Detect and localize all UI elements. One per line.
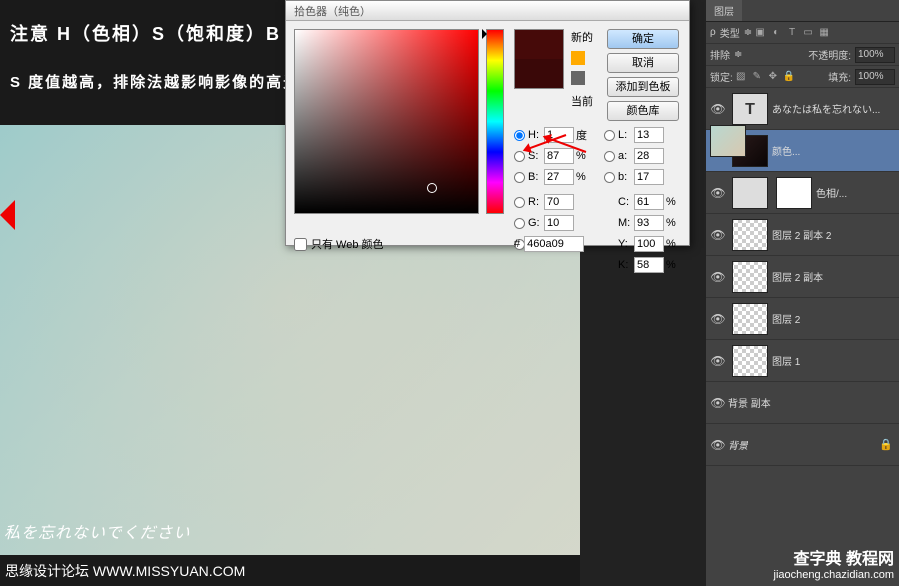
color-marker[interactable] [427,183,437,193]
japanese-overlay-text: 私を忘れないでください [0,515,195,547]
layer-item[interactable]: 👁 色相/... [706,172,899,214]
g-radio[interactable] [514,218,525,229]
hue-slider-thumb[interactable] [482,29,487,39]
label-new: 新的 [571,29,593,45]
visibility-icon[interactable]: 👁 [708,312,728,326]
annotation-arrow-left [0,200,15,230]
a-radio[interactable] [604,151,615,162]
websafe-warning-icon[interactable] [571,71,585,85]
ok-button[interactable]: 确定 [607,29,679,49]
lock-all-icon[interactable]: 🔒 [781,69,797,85]
layers-panel: 图层 ρ 类型 ≑ ▣ ◐ T ▭ ▦ 排除 ≑ 不透明度: 锁定: ▨ ✎ ✥… [706,0,899,586]
visibility-icon[interactable]: 👁 [708,228,728,242]
layer-thumb[interactable]: T [732,93,768,125]
visibility-icon[interactable]: 👁 [708,354,728,368]
forum-watermark: 思缘设计论坛 WWW.MISSYUAN.COM [5,561,245,581]
kind-label: ρ [710,27,716,38]
cancel-button[interactable]: 取消 [607,53,679,73]
layer-mask-thumb[interactable] [732,261,768,293]
r-input[interactable] [544,194,574,210]
visibility-icon[interactable]: 👁 [708,438,728,452]
filter-adjust-icon[interactable]: ◐ [768,25,784,41]
layer-item[interactable]: 👁 图层 2 副本 [706,256,899,298]
lock-move-icon[interactable]: ✥ [765,69,781,85]
fill-input[interactable] [855,69,895,85]
label-current: 当前 [571,93,593,109]
hue-slider[interactable] [486,29,504,214]
g-input[interactable] [544,215,574,231]
site-watermark: 查字典 教程网 jiaocheng.chazidian.com [774,545,894,581]
color-preview [514,29,564,89]
web-only-checkbox[interactable] [294,238,307,251]
color-field[interactable] [294,29,479,214]
layer-mask-thumb[interactable] [732,303,768,335]
l-radio[interactable] [604,130,615,141]
opacity-input[interactable] [855,47,895,63]
layer-item[interactable]: 👁 图层 1 [706,340,899,382]
c-input[interactable] [634,194,664,210]
b-radio[interactable] [514,172,525,183]
filter-image-icon[interactable]: ▣ [752,25,768,41]
color-preview-new [515,30,563,59]
color-picker-dialog: 拾色器（纯色） 新的 当前 确定 取消 添加到色板 颜色库 H:度 S:% B:… [285,0,690,246]
layer-mask-thumb[interactable] [776,177,812,209]
a-input[interactable] [634,148,664,164]
layers-tab[interactable]: 图层 [706,0,742,21]
add-swatch-button[interactable]: 添加到色板 [607,77,679,97]
filter-shape-icon[interactable]: ▭ [800,25,816,41]
k-input[interactable] [634,257,664,273]
layer-item[interactable]: 👁 图层 2 副本 2 [706,214,899,256]
color-preview-current[interactable] [515,59,563,88]
layer-item[interactable]: 👁 图层 2 [706,298,899,340]
layer-thumb[interactable] [732,177,768,209]
hex-input[interactable] [524,236,584,252]
layers-list: 👁 T あなたは私を忘れない... 👁 颜色... 👁 色相/... 👁 图层 … [706,88,899,466]
layer-item[interactable]: 👁 T あなたは私を忘れない... [706,88,899,130]
dialog-title[interactable]: 拾色器（纯色） [286,1,689,21]
l-input[interactable] [634,127,664,143]
layer-item[interactable]: 👁 背景 副本 [706,382,899,424]
s-input[interactable] [544,148,574,164]
color-lib-button[interactable]: 颜色库 [607,101,679,121]
lock-icon: 🔒 [879,438,893,451]
b-input[interactable] [544,169,574,185]
y-input[interactable] [634,236,664,252]
layer-mask-thumb[interactable] [732,345,768,377]
lab-b-input[interactable] [634,169,664,185]
filter-text-icon[interactable]: T [784,25,800,41]
visibility-icon[interactable]: 👁 [708,102,728,116]
visibility-icon[interactable]: 👁 [708,396,728,410]
lab-b-radio[interactable] [604,172,615,183]
visibility-icon[interactable]: 👁 [708,186,728,200]
visibility-icon[interactable]: 👁 [708,270,728,284]
layer-item[interactable]: 👁 背景 🔒 [706,424,899,466]
h-radio[interactable] [514,130,525,141]
gamut-warning-icon[interactable] [571,51,585,65]
m-input[interactable] [634,215,664,231]
lock-trans-icon[interactable]: ▨ [733,69,749,85]
r-radio[interactable] [514,197,525,208]
lock-paint-icon[interactable]: ✎ [749,69,765,85]
layer-thumb[interactable] [710,125,746,157]
filter-smart-icon[interactable]: ▦ [816,25,832,41]
blend-mode-select[interactable]: 排除 [710,47,730,62]
layer-mask-thumb[interactable] [732,219,768,251]
